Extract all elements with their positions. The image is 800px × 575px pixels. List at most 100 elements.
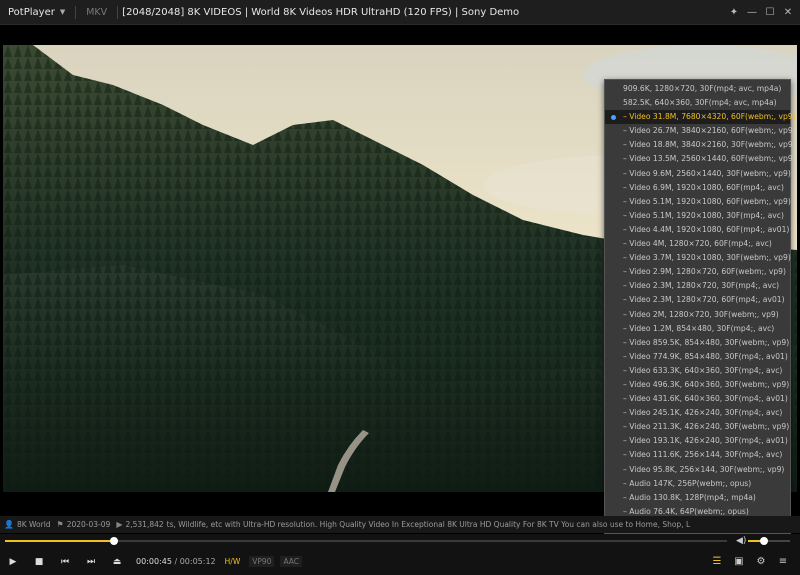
window-controls: ✦ — ☐ ✕ (724, 0, 796, 25)
video-codec-badge[interactable]: VP90 (249, 556, 275, 567)
flag-icon: ⚑ (56, 520, 64, 529)
stream-option[interactable]: – Video 111.6K, 256×144, 30F(mp4;, avc) (605, 448, 790, 462)
current-time: 00:00:45 (136, 557, 172, 566)
stream-option-label: – Audio 76.4K, 64P(webm;, opus) (623, 506, 749, 516)
stream-option[interactable]: – Video 2.3M, 1280×720, 30F(mp4;, avc) (605, 279, 790, 293)
stream-option-label: 582.5K, 640×360, 30F(mp4; avc, mp4a) (623, 98, 777, 108)
hw-decoder-badge[interactable]: H/W (222, 556, 244, 567)
format-label: MKV (86, 6, 108, 18)
total-time: 00:05:12 (179, 557, 216, 566)
stream-option[interactable]: – Video 95.8K, 256×144, 30F(webm;, vp9) (605, 463, 790, 477)
right-controls: ☰ ▣ ⚙ ≡ (706, 548, 794, 575)
stream-option[interactable]: – Video 431.6K, 640×360, 30F(mp4;, av01) (605, 392, 790, 406)
play-icon[interactable]: ▶ (0, 557, 26, 567)
stream-option-label: – Video 859.5K, 854×480, 30F(webm;, vp9) (623, 337, 790, 347)
playback-controls: ▶ ■ ⏮ ⏭ ⏏ 00:00:45 / 00:05:12 H/W VP90 A… (0, 548, 800, 575)
stream-option[interactable]: – Audio 130.8K, 128P(mp4;, mp4a) (605, 491, 790, 505)
stream-option-label: – Video 6.9M, 1920×1080, 60F(mp4;, avc) (623, 182, 784, 192)
stream-option[interactable]: – Video 496.3K, 640×360, 30F(webm;, vp9) (605, 378, 790, 392)
stop-icon[interactable]: ■ (26, 557, 52, 567)
stream-option[interactable]: 582.5K, 640×360, 30F(mp4; avc, mp4a) (605, 96, 790, 110)
minimize-icon[interactable]: — (744, 7, 760, 18)
stream-option-label: – Video 9.6M, 2560×1440, 30F(webm;, vp9) (623, 168, 791, 178)
stream-option[interactable]: – Video 26.7M, 3840×2160, 60F(webm;, vp9… (605, 124, 796, 138)
eject-icon[interactable]: ⏏ (104, 557, 130, 567)
stream-option[interactable]: – Audio 147K, 256P(webm;, opus) (605, 477, 790, 491)
menu-icon[interactable]: ≡ (772, 556, 794, 567)
stream-option-label: – Video 431.6K, 640×360, 30F(mp4;, av01) (623, 394, 788, 404)
stream-quality-menu: 909.6K, 1280×720, 30F(mp4; avc, mp4a) 582… (604, 79, 796, 534)
stream-option-label: – Video 4M, 1280×720, 60F(mp4;, avc) (623, 239, 772, 249)
stream-option[interactable]: – Video 5.1M, 1920×1080, 30F(mp4;, avc) (605, 209, 790, 223)
settings-icon[interactable]: ⚙ (750, 556, 772, 567)
view-count: 2,531,842 (125, 520, 164, 529)
maximize-icon[interactable]: ☐ (762, 7, 778, 18)
volume-icon[interactable]: ◀) (736, 536, 746, 546)
stream-option[interactable]: – Video 1.2M, 854×480, 30F(mp4;, avc) (605, 322, 790, 336)
audio-codec-badge[interactable]: AAC (280, 556, 303, 567)
stream-option[interactable]: – Video 633.3K, 640×360, 30F(mp4;, avc) (605, 364, 790, 378)
stream-option[interactable]: – Video 3.7M, 1920×1080, 30F(webm;, vp9) (605, 251, 791, 265)
stream-option-label: – Video 5.1M, 1920×1080, 30F(mp4;, avc) (623, 210, 784, 220)
seek-handle[interactable] (110, 537, 119, 545)
stream-option-label: – Video 95.8K, 256×144, 30F(webm;, vp9) (623, 464, 785, 474)
stream-option-label: – Video 2M, 1280×720, 30F(webm;, vp9) (623, 309, 779, 319)
stream-option[interactable]: – Video 774.9K, 854×480, 30F(mp4;, av01) (605, 350, 790, 364)
seek-row: ◀) (0, 534, 800, 548)
stream-option[interactable]: – Video 211.3K, 426×240, 30F(webm;, vp9) (605, 420, 790, 434)
stream-option[interactable]: – Video 6.9M, 1920×1080, 60F(mp4;, avc) (605, 181, 790, 195)
pin-icon[interactable]: ✦ (726, 7, 742, 18)
selected-radio-icon (611, 115, 616, 121)
next-icon[interactable]: ⏭ (78, 557, 104, 567)
time-separator: / (171, 557, 180, 566)
upload-date: 2020-03-09 (66, 520, 111, 529)
stream-option[interactable]: – Video 193.1K, 426×240, 30F(mp4;, av01) (605, 434, 790, 448)
stream-option[interactable]: – Video 2M, 1280×720, 30F(webm;, vp9) (605, 308, 790, 322)
stream-option-label: – Video 496.3K, 640×360, 30F(webm;, vp9) (623, 379, 790, 389)
stream-option[interactable]: – Video 2.3M, 1280×720, 60F(mp4;, av01) (605, 293, 790, 307)
stream-option-label: – Audio 130.8K, 128P(mp4;, mp4a) (623, 492, 756, 502)
stream-option-label: – Video 111.6K, 256×144, 30F(mp4;, avc) (623, 450, 783, 460)
close-icon[interactable]: ✕ (780, 7, 796, 18)
stream-option-label: – Video 2.9M, 1280×720, 60F(webm;, vp9) (623, 267, 786, 277)
stream-option-label: – Video 211.3K, 426×240, 30F(webm;, vp9) (623, 422, 790, 432)
stream-option-label: – Video 18.8M, 3840×2160, 30F(webm;, vp9… (623, 140, 796, 150)
stream-option[interactable]: – Video 859.5K, 854×480, 30F(webm;, vp9) (605, 336, 790, 350)
stream-option[interactable]: – Video 4M, 1280×720, 60F(mp4;, avc) (605, 237, 790, 251)
title-bar: PotPlayer ▼ MKV [2048/2048] 8K VIDEOS | … (0, 0, 800, 25)
stream-option-label: – Audio 147K, 256P(webm;, opus) (623, 478, 752, 488)
stream-option[interactable]: – Video 5.1M, 1920×1080, 60F(webm;, vp9) (605, 195, 791, 209)
capture-icon[interactable]: ▣ (728, 556, 750, 567)
playlist-search-icon[interactable]: ☰ (706, 556, 728, 567)
divider (75, 5, 77, 19)
stream-option-label: – Video 193.1K, 426×240, 30F(mp4;, av01) (623, 436, 788, 446)
stream-option[interactable]: – Video 9.6M, 2560×1440, 30F(webm;, vp9) (605, 167, 791, 181)
stream-option-label: – Video 633.3K, 640×360, 30F(mp4;, avc) (623, 365, 783, 375)
stream-option-label: – Video 5.1M, 1920×1080, 60F(webm;, vp9) (623, 196, 791, 206)
volume-handle[interactable] (759, 537, 768, 545)
seek-bar[interactable] (5, 537, 727, 545)
volume-slider[interactable] (748, 537, 790, 545)
user-icon: 👤 (4, 520, 14, 529)
video-description: ts, Wildlife, etc with Ultra-HD resoluti… (166, 520, 691, 529)
video-info-bar: 👤 8K World ⚑ 2020-03-09 ▶ 2,531,842 ts, … (0, 516, 800, 533)
stream-option-label: – Video 1.2M, 854×480, 30F(mp4;, avc) (623, 323, 775, 333)
app-menu-button[interactable]: PotPlayer ▼ (0, 0, 71, 24)
stream-option[interactable]: 909.6K, 1280×720, 30F(mp4; avc, mp4a) (605, 82, 790, 96)
stream-option-label: – Video 3.7M, 1920×1080, 30F(webm;, vp9) (623, 253, 791, 263)
window-title: [2048/2048] 8K VIDEOS | World 8K Videos … (122, 6, 520, 18)
stream-option-label: – Video 31.8M, 7680×4320, 60F(webm;, vp9… (623, 112, 796, 122)
stream-option[interactable]: – Video 245.1K, 426×240, 30F(mp4;, avc) (605, 406, 790, 420)
stream-option[interactable]: – Video 18.8M, 3840×2160, 30F(webm;, vp9… (605, 138, 796, 152)
stream-option[interactable]: – Video 31.8M, 7680×4320, 60F(webm;, vp9… (605, 110, 796, 125)
stream-option[interactable]: – Video 4.4M, 1920×1080, 60F(mp4;, av01) (605, 223, 790, 237)
channel-name[interactable]: 8K World (17, 520, 51, 529)
stream-option-label: 909.6K, 1280×720, 30F(mp4; avc, mp4a) (623, 84, 782, 93)
stream-option-label: – Video 2.3M, 1280×720, 30F(mp4;, avc) (623, 281, 780, 291)
app-name: PotPlayer (8, 6, 55, 18)
stream-option[interactable]: – Video 13.5M, 2560×1440, 60F(webm;, vp9… (605, 152, 796, 166)
seek-progress (5, 540, 115, 542)
stream-option-label: – Video 774.9K, 854×480, 30F(mp4;, av01) (623, 351, 788, 361)
stream-option[interactable]: – Video 2.9M, 1280×720, 60F(webm;, vp9) (605, 265, 790, 279)
previous-icon[interactable]: ⏮ (52, 557, 78, 567)
